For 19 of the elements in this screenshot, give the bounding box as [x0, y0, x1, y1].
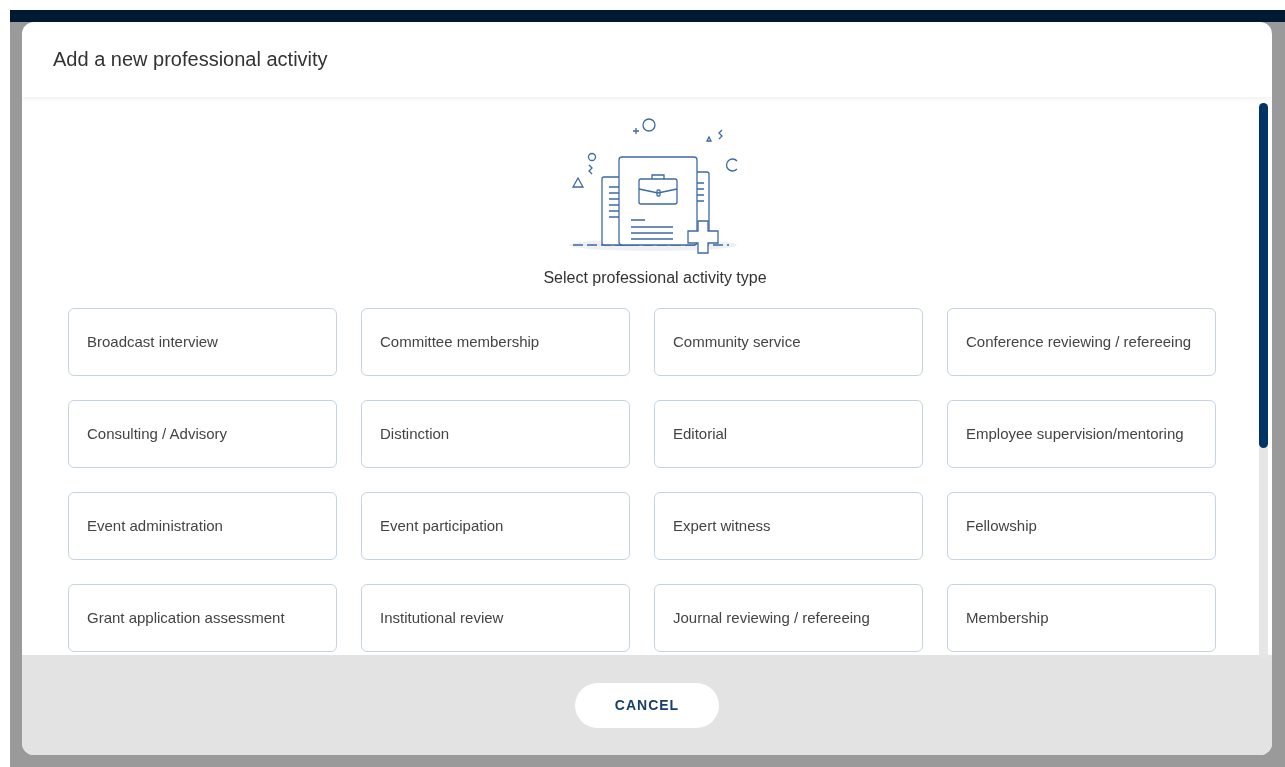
instruction-text: Select professional activity type — [543, 269, 767, 287]
activity-type-option[interactable]: Committee membership — [361, 308, 630, 376]
activity-type-option[interactable]: Employee supervision/mentoring — [947, 400, 1216, 468]
cancel-button[interactable]: CANCEL — [575, 682, 719, 728]
activity-type-option[interactable]: Institutional review — [361, 584, 630, 652]
activity-type-option[interactable]: Grant application assessment — [68, 584, 337, 652]
activity-type-option[interactable]: Expert witness — [654, 492, 923, 560]
activity-type-option[interactable]: Conference reviewing / refereeing — [947, 308, 1216, 376]
activity-type-option[interactable]: Event administration — [68, 492, 337, 560]
activity-type-option[interactable]: Fellowship — [947, 492, 1216, 560]
dialog-title: Add a new professional activity — [53, 48, 328, 71]
activity-type-option[interactable]: Journal reviewing / refereeing — [654, 584, 923, 652]
activity-type-option[interactable]: Membership — [947, 584, 1216, 652]
activity-type-option[interactable]: Broadcast interview — [68, 308, 337, 376]
activity-type-option[interactable]: Community service — [654, 308, 923, 376]
activity-type-option[interactable]: Consulting / Advisory — [68, 400, 337, 468]
activity-type-option[interactable]: Editorial — [654, 400, 923, 468]
activity-type-option[interactable]: Event participation — [361, 492, 630, 560]
activity-type-option[interactable]: Distinction — [361, 400, 630, 468]
